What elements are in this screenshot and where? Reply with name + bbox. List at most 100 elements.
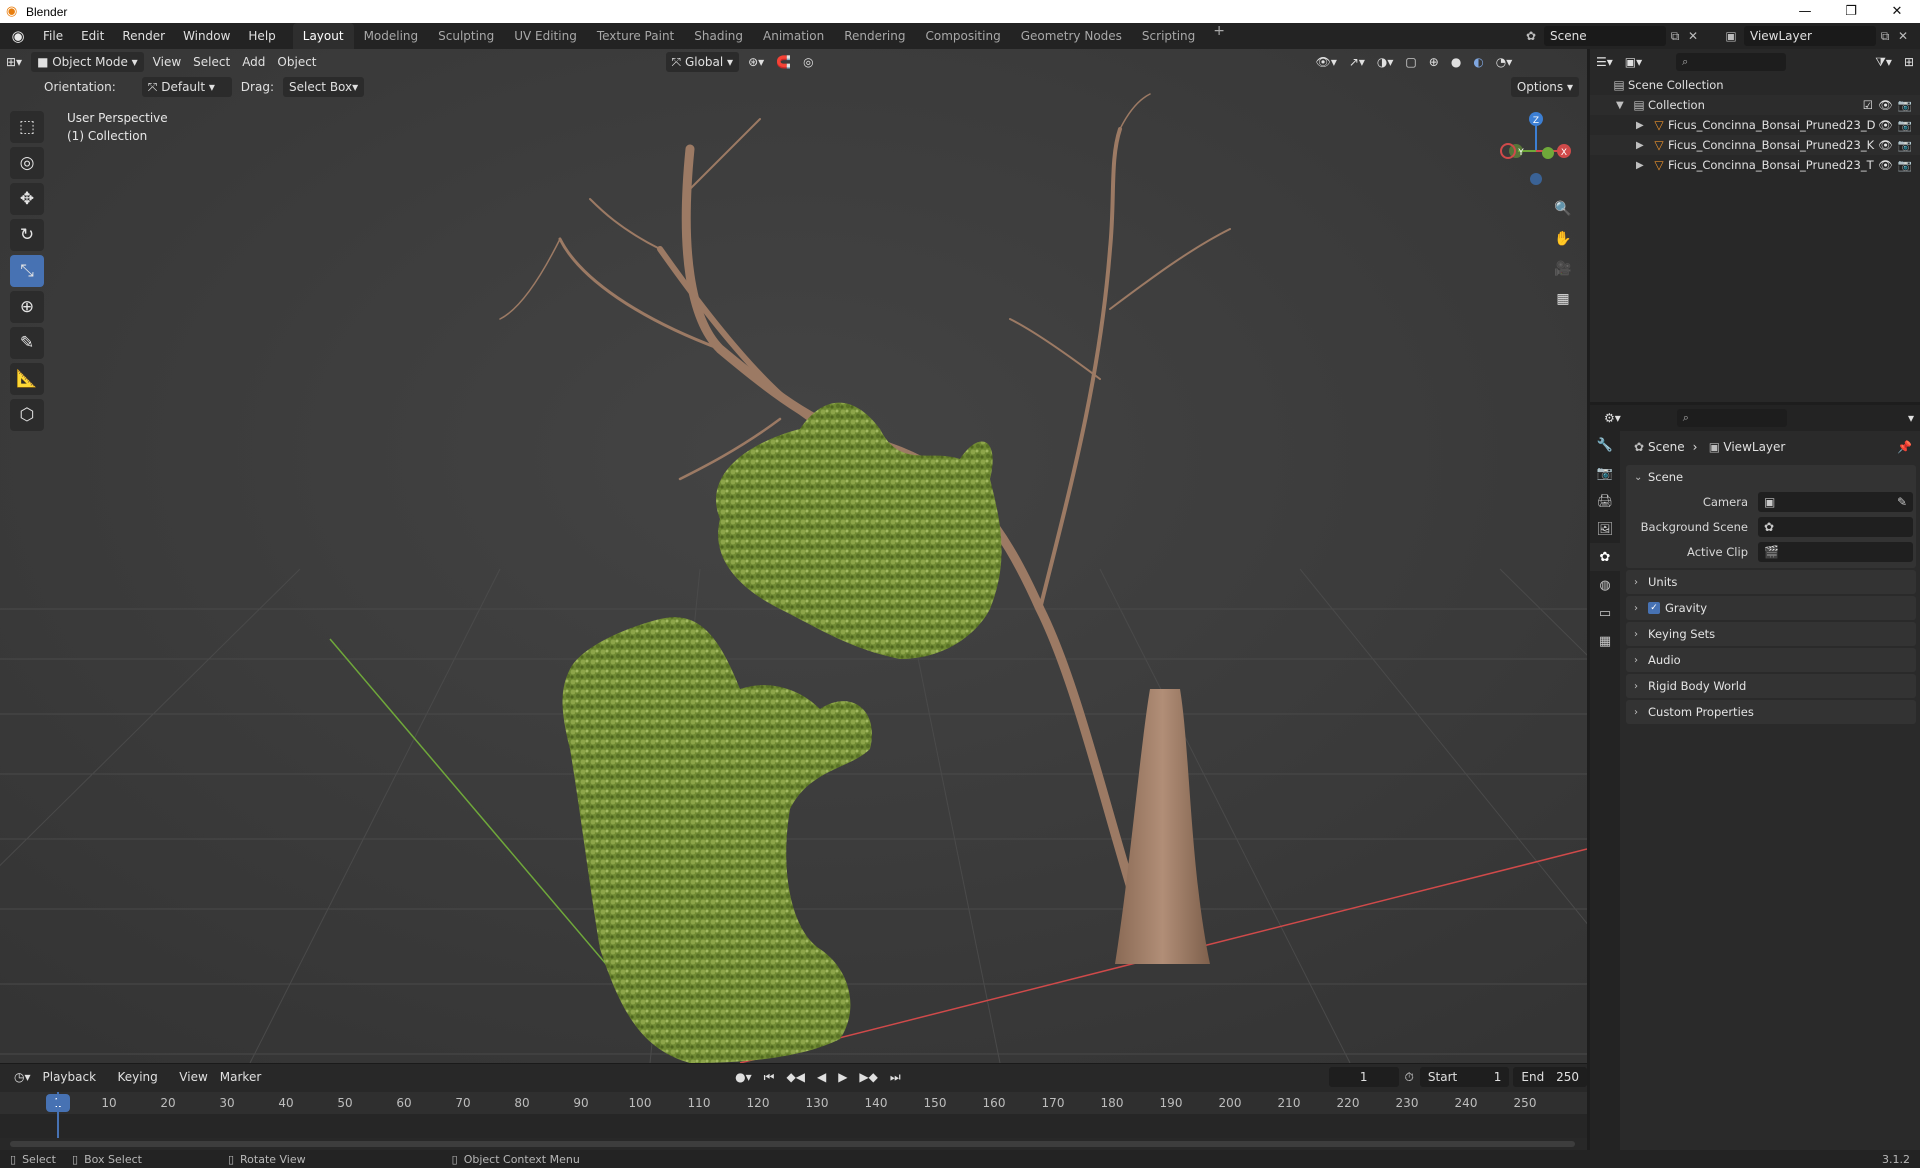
menu-view[interactable]: View <box>147 52 187 72</box>
tab-texture-paint[interactable]: Texture Paint <box>587 23 684 49</box>
xray-icon[interactable]: ▢ <box>1399 52 1422 72</box>
units-panel-header[interactable]: › Units <box>1626 570 1916 594</box>
duplicate-scene-icon[interactable]: ⧉ <box>1666 29 1684 44</box>
collection-tab-icon[interactable]: ▭ <box>1590 599 1620 627</box>
display-mode-icon[interactable]: ▣▾ <box>1619 52 1648 72</box>
menu-window[interactable]: Window <box>174 23 239 49</box>
menu-keying[interactable]: Keying ▾ <box>111 1067 173 1104</box>
options-dropdown[interactable]: Options ▾ <box>1510 77 1579 97</box>
next-keyframe-icon[interactable]: ▶◆ <box>853 1067 883 1087</box>
pin-icon[interactable]: 📌 <box>1897 440 1912 454</box>
rigid-body-world-panel[interactable]: › Rigid Body World <box>1626 674 1916 698</box>
expand-chevron-icon[interactable]: ▶ <box>1636 120 1650 131</box>
menu-add[interactable]: Add <box>236 52 271 72</box>
gizmo-neg-z[interactable] <box>1530 173 1542 185</box>
overlay-icon[interactable]: ◑▾ <box>1371 52 1400 72</box>
blender-menu-icon[interactable]: ◉ <box>8 26 28 46</box>
timeline-ruler[interactable]: 1102030405060708090100110120130140150160… <box>0 1092 1587 1114</box>
menu-marker[interactable]: Marker <box>214 1067 267 1087</box>
current-frame-field[interactable]: 1 <box>1328 1067 1399 1087</box>
rigid-body-world-panel-header[interactable]: › Rigid Body World <box>1626 674 1916 698</box>
eye-icon[interactable]: 👁 <box>1878 98 1893 112</box>
outliner[interactable]: ☰▾ ▣▾ ⌕ ⧩▾ ⊞ ▤ Scene Collection ▼ ▤ Coll… <box>1590 49 1920 402</box>
eye-icon[interactable]: 👁 <box>1878 118 1893 132</box>
visibility-icon[interactable]: 👁▾ <box>1310 52 1343 72</box>
tab-rendering[interactable]: Rendering <box>834 23 915 49</box>
menu-timeline-view[interactable]: View <box>173 1067 213 1087</box>
mode-dropdown[interactable]: ■ Object Mode ▾ <box>31 52 144 72</box>
tab-geometry-nodes[interactable]: Geometry Nodes <box>1011 23 1132 49</box>
output-tab-icon[interactable]: 🖨 <box>1590 487 1620 515</box>
keying-sets-panel-header[interactable]: › Keying Sets <box>1626 622 1916 646</box>
add-cube-tool-icon[interactable]: ⬡ <box>10 399 44 431</box>
minimize-button[interactable]: — <box>1782 0 1828 23</box>
camera-icon[interactable]: 📷 <box>1898 118 1912 132</box>
gravity-panel-header[interactable]: › ✓ Gravity <box>1626 596 1916 620</box>
camera-field[interactable]: ▣ ✎ <box>1758 491 1913 512</box>
duplicate-viewlayer-icon[interactable]: ⧉ <box>1876 29 1894 44</box>
select-box-tool-icon[interactable]: ⬚ <box>10 111 44 143</box>
transform-orientation-dropdown[interactable]: ⤧ Global ▾ <box>665 52 740 72</box>
gizmo-icon[interactable]: ↗▾ <box>1343 52 1371 72</box>
new-collection-icon[interactable]: ⊞ <box>1898 52 1920 72</box>
orientation-dropdown[interactable]: ⤧ Default ▾ <box>141 77 232 97</box>
pivot-icon[interactable]: ⊛▾ <box>742 52 770 72</box>
scale-tool-icon[interactable]: ⤡ <box>10 255 44 287</box>
tab-sculpting[interactable]: Sculpting <box>428 23 504 49</box>
maximize-button[interactable]: ❐ <box>1828 0 1874 23</box>
eyedropper-icon[interactable]: ✎ <box>1897 495 1907 509</box>
start-frame-field[interactable]: Start 1 <box>1419 1067 1510 1087</box>
filter-icon[interactable]: ⧩▾ <box>1869 52 1898 72</box>
viewlayer-name-field[interactable]: ViewLayer <box>1744 26 1876 46</box>
units-panel[interactable]: › Units <box>1626 570 1916 594</box>
view-layer-tab-icon[interactable]: 🖼 <box>1590 515 1620 543</box>
move-tool-icon[interactable]: ✥ <box>10 183 44 215</box>
solid-shading-icon[interactable]: ● <box>1445 52 1467 72</box>
prev-keyframe-icon[interactable]: ◆◀ <box>780 1067 810 1087</box>
outliner-object-row[interactable]: ▶ ▽ Ficus_Concinna_Bonsai_Pruned23_D 👁 📷 <box>1590 115 1920 135</box>
play-icon[interactable]: ▶ <box>832 1067 853 1087</box>
menu-help[interactable]: Help <box>239 23 284 49</box>
measure-tool-icon[interactable]: 📐 <box>10 363 44 395</box>
add-workspace-button[interactable]: + <box>1205 23 1233 49</box>
world-tab-icon[interactable]: ◍ <box>1590 571 1620 599</box>
jump-start-icon[interactable]: ⏮ <box>758 1067 781 1087</box>
close-button[interactable]: ✕ <box>1874 0 1920 23</box>
tab-uv-editing[interactable]: UV Editing <box>504 23 587 49</box>
scene-tab-icon[interactable]: ✿ <box>1590 543 1620 571</box>
outliner-object-row[interactable]: ▶ ▽ Ficus_Concinna_Bonsai_Pruned23_K 👁 📷 <box>1590 135 1920 155</box>
jump-end-icon[interactable]: ⏭ <box>884 1067 907 1087</box>
gizmo-y-axis-neg[interactable] <box>1542 147 1554 159</box>
perspective-toggle-icon[interactable]: ▦ <box>1550 286 1576 312</box>
custom-properties-panel-header[interactable]: › Custom Properties <box>1626 700 1916 724</box>
viewlayer-selector[interactable]: ▣ ViewLayer ⧉ ✕ <box>1722 25 1912 47</box>
remove-scene-icon[interactable]: ✕ <box>1684 29 1702 43</box>
properties-search-input[interactable]: ⌕ <box>1676 409 1787 427</box>
eye-icon[interactable]: 👁 <box>1878 138 1893 152</box>
navigation-gizmo[interactable]: Z X Y <box>1496 109 1576 189</box>
properties-editor[interactable]: ⚙▾ ⌕ ▾ 🔧 📷 🖨 🖼 ✿ ◍ ▭ ▦ ✿ Scene › ▣ ViewL… <box>1590 405 1920 1150</box>
timeline-editor-type-icon[interactable]: ◷▾ <box>8 1067 37 1087</box>
timeline-editor[interactable]: ◷▾ Playback ▾ Keying ▾ View Marker ●▾ ⏮ … <box>0 1063 1587 1150</box>
collapse-chevron-icon[interactable]: ▼ <box>1616 100 1630 111</box>
eye-icon[interactable]: 👁 <box>1878 158 1893 172</box>
properties-editor-type-icon[interactable]: ⚙▾ <box>1598 408 1627 428</box>
tab-layout[interactable]: Layout <box>292 23 354 49</box>
tab-modeling[interactable]: Modeling <box>354 23 429 49</box>
playhead-line[interactable] <box>57 1092 59 1138</box>
texture-tab-icon[interactable]: ▦ <box>1590 627 1620 655</box>
exclude-checkbox-icon[interactable]: ☑ <box>1863 98 1873 112</box>
zoom-icon[interactable]: 🔍 <box>1550 196 1576 222</box>
3d-viewport[interactable]: ⊞▾ ■ Object Mode ▾ View Select Add Objec… <box>0 49 1587 1063</box>
expand-chevron-icon[interactable]: ▶ <box>1636 160 1650 171</box>
camera-icon[interactable]: 📷 <box>1898 98 1912 112</box>
scene-name-field[interactable]: Scene <box>1544 26 1666 46</box>
tab-scripting[interactable]: Scripting <box>1132 23 1205 49</box>
render-tab-icon[interactable]: 📷 <box>1590 459 1620 487</box>
menu-playback[interactable]: Playback ▾ <box>37 1067 112 1104</box>
gravity-checkbox[interactable]: ✓ <box>1648 602 1660 614</box>
tool-tab-icon[interactable]: 🔧 <box>1590 431 1620 459</box>
outliner-editor-type-icon[interactable]: ☰▾ <box>1590 52 1619 72</box>
scene-selector[interactable]: ✿ Scene ⧉ ✕ <box>1522 25 1702 47</box>
scene-panel-header[interactable]: ⌄ Scene <box>1626 465 1916 489</box>
